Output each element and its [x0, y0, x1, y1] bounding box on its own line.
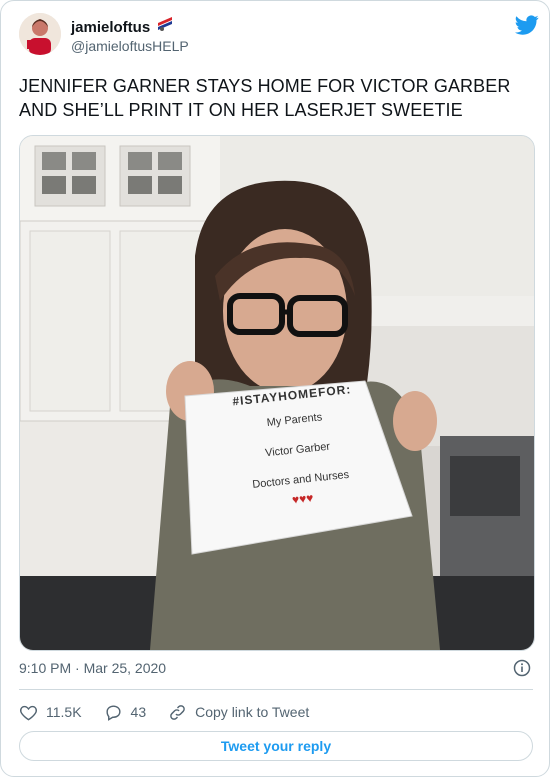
reply-icon — [106, 704, 121, 721]
verified-emoji-icon — [156, 17, 174, 38]
tweet-text-line: JENNIFER GARNER STAYS HOME FOR VICTOR GA… — [19, 76, 511, 96]
reply-button[interactable]: 43 — [104, 703, 147, 722]
tweet-timestamp[interactable]: 9:10 PM · Mar 25, 2020 — [19, 660, 166, 676]
tweet-your-reply-button[interactable]: Tweet your reply — [19, 731, 533, 761]
tweet-text-line: AND SHE’LL PRINT IT ON HER LASERJET SWEE… — [19, 100, 463, 120]
copy-link-label: Copy link to Tweet — [195, 704, 310, 720]
divider — [19, 689, 533, 690]
tweet-header: jamieloftus @jamieloftusHELP — [19, 13, 539, 57]
like-count: 11.5K — [46, 704, 82, 720]
printed-sign: #ISTAYHOMEFOR: My Parents Victor Garber … — [191, 374, 405, 534]
tweet-text: JENNIFER GARNER STAYS HOME FOR VICTOR GA… — [19, 74, 533, 122]
info-icon[interactable] — [513, 659, 531, 677]
tweet-actions: 11.5K 43 Copy link to Tweet — [19, 701, 331, 723]
link-icon — [170, 704, 185, 720]
tweet-video[interactable]: #ISTAYHOMEFOR: My Parents Victor Garber … — [19, 135, 535, 651]
tweet-card: jamieloftus @jamieloftusHELP JENNIFER GA… — [0, 0, 550, 777]
heart-icon — [20, 705, 37, 720]
author-name-row: jamieloftus — [71, 17, 174, 38]
author-name[interactable]: jamieloftus — [71, 19, 150, 36]
author-handle[interactable]: @jamieloftusHELP — [71, 38, 189, 54]
copy-link-button[interactable]: Copy link to Tweet — [168, 703, 309, 722]
sign-line: Victor Garber — [264, 440, 331, 460]
twitter-bird-icon[interactable] — [515, 13, 539, 37]
reply-count: 43 — [130, 704, 147, 720]
like-button[interactable]: 11.5K — [19, 703, 82, 722]
avatar[interactable] — [19, 13, 61, 55]
